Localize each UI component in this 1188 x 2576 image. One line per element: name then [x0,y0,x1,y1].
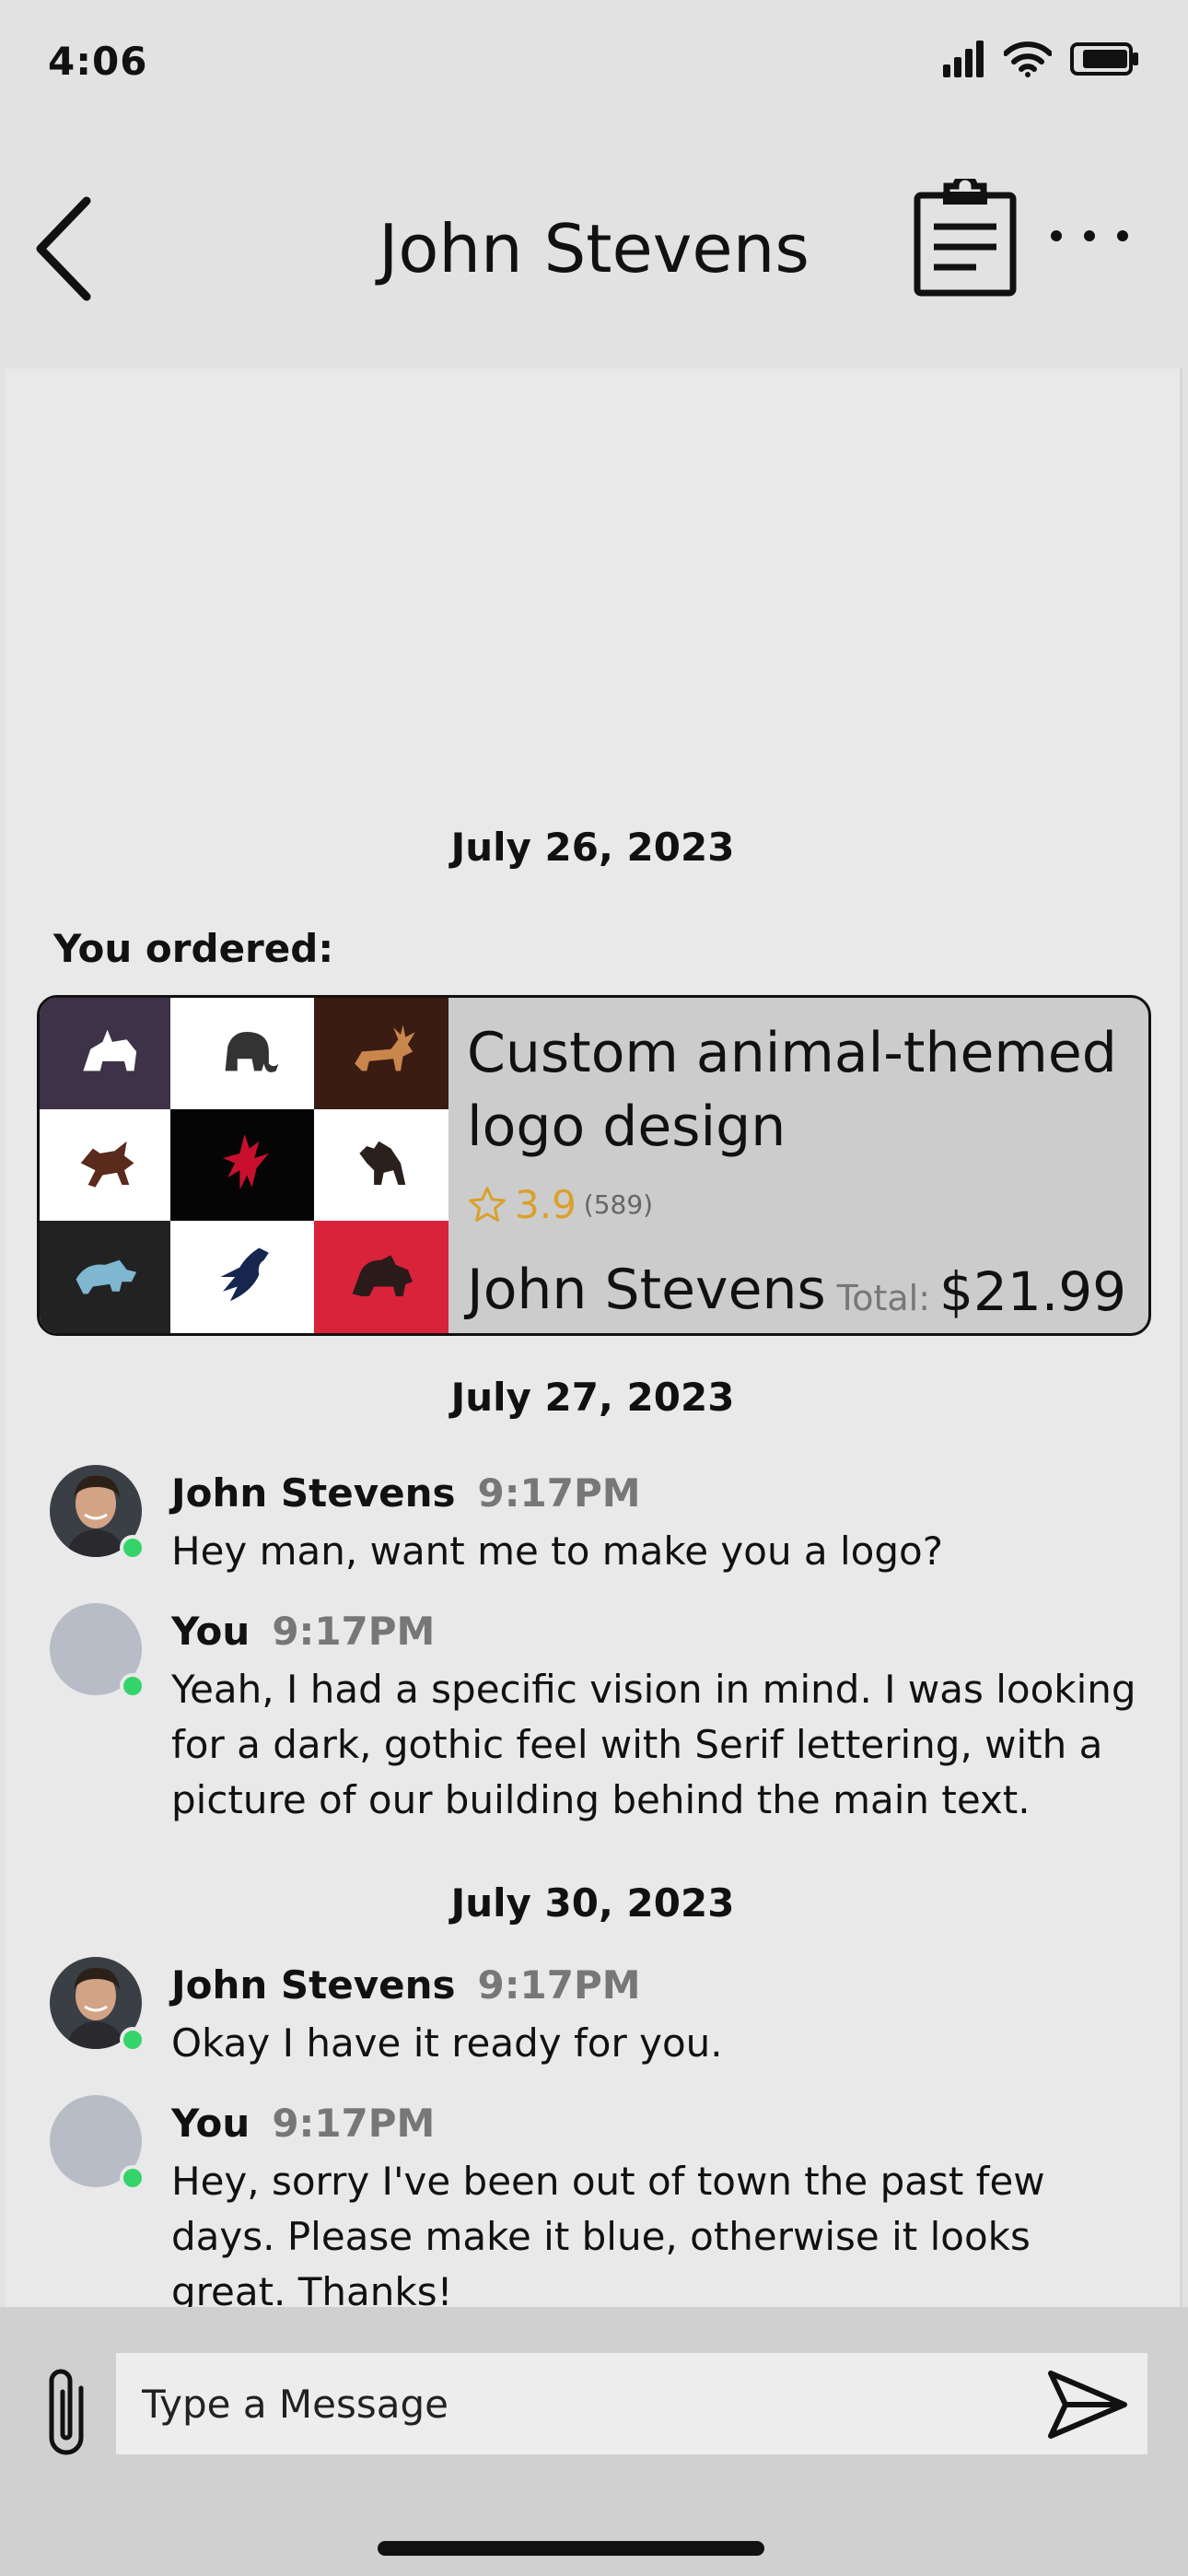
message-author: You [171,1609,250,1654]
status-bar: 4:06 [0,0,1188,129]
stag-icon [355,1025,415,1071]
rating: 3.9 (589) [467,1182,653,1227]
order-thumbnail [170,1109,314,1221]
online-status-dot [120,2027,146,2053]
order-thumbnail [314,998,448,1109]
message-header: John Stevens 9:17PM [171,1962,641,2008]
order-thumbnail [170,1221,314,1333]
phoenix-icon [223,1133,269,1189]
message-text: Okay I have it ready for you. [171,2020,723,2066]
status-icons [943,39,1140,79]
order-title: Custom animal-themed logo design [467,1021,1117,1159]
mammoth-icon [225,1031,279,1072]
ordered-label: You ordered: [53,926,334,971]
attach-button[interactable] [35,2360,98,2462]
clipboard-icon [914,173,1017,297]
star-icon [469,1186,506,1222]
rhino-icon [83,1029,137,1071]
wolf-icon [76,1259,137,1294]
send-icon [1048,2371,1127,2439]
rating-value: 3.9 [515,1182,577,1227]
message-composer [0,2307,1188,2576]
order-details-button[interactable] [912,173,1022,299]
bear-icon [359,1141,406,1185]
message-time: 9:17PM [272,2101,436,2146]
online-status-dot [120,1535,146,1561]
eagle-icon [220,1247,269,1302]
total-value: $21.99 [939,1260,1126,1323]
message-time: 9:17PM [272,1609,436,1654]
message-header: John Stevens 9:17PM [171,1470,641,1516]
bull-icon [80,1141,134,1188]
chat-header: John Stevens [0,138,1188,364]
home-indicator[interactable] [378,2541,764,2556]
message-time: 9:17PM [477,1962,641,2008]
order-thumbnail [314,1109,448,1221]
paperclip-icon [49,2369,84,2455]
message-author: You [171,2101,250,2146]
order-card[interactable]: Custom animal-themed logo design 3.9 (58… [37,995,1151,1336]
order-total: Total: $21.99 [836,1260,1126,1323]
order-thumbnail [40,998,170,1109]
bison-icon [352,1255,413,1296]
ellipsis-icon [1051,230,1128,241]
message-time: 9:17PM [477,1470,641,1516]
message-text: Hey, sorry I've been out of town the pas… [171,2159,1045,2314]
message-text: Yeah, I had a specific vision in mind. I… [171,1667,1136,1822]
order-thumbnail [40,1109,170,1221]
message-input[interactable] [116,2353,1147,2454]
cellular-signal-icon [943,41,984,77]
message-author: John Stevens [171,1470,456,1516]
order-thumbnail-grid [40,998,448,1333]
battery-icon [1070,42,1138,76]
more-options-button[interactable] [1045,217,1137,254]
order-thumbnail [170,998,314,1109]
message-header: You 9:17PM [171,1609,435,1654]
message-text: Hey man, want me to make you a logo? [171,1528,944,1574]
chat-screen: 4:06 John Stevens July 26, 2023 You orde… [0,0,1188,2576]
total-label: Total: [836,1278,931,1318]
seller-name: John Stevens [467,1258,826,1322]
status-time: 4:06 [48,39,148,84]
wifi-icon [1004,41,1052,77]
date-separator: July 30, 2023 [450,1880,735,1926]
order-thumbnail [314,1221,448,1333]
send-button[interactable] [1045,2368,1130,2441]
message-author: John Stevens [171,1962,456,2008]
order-thumbnail [40,1221,170,1333]
message-header: You 9:17PM [171,2101,435,2146]
online-status-dot [120,2165,146,2191]
online-status-dot [120,1673,146,1699]
date-separator: July 26, 2023 [450,825,735,870]
chat-area[interactable]: July 26, 2023 You ordered: Custom animal… [6,369,1182,2314]
rating-count: (589) [583,1189,654,1220]
date-separator: July 27, 2023 [450,1375,735,1420]
